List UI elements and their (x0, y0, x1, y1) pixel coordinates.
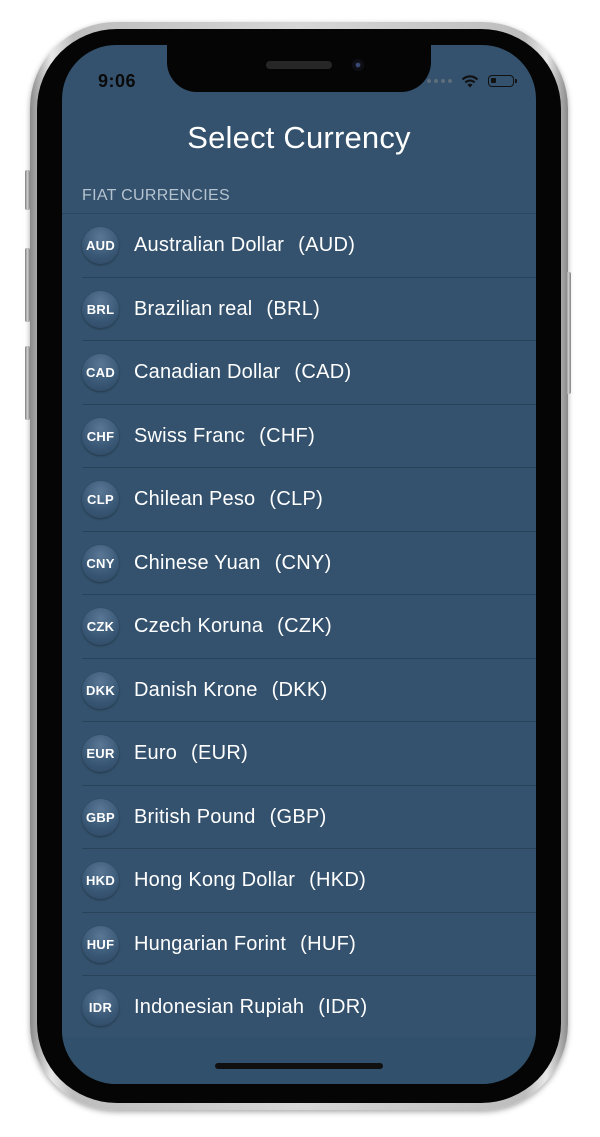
currency-name: Swiss Franc (134, 424, 246, 447)
currency-row-aud[interactable]: AUD Australian Dollar (AUD) (62, 214, 536, 278)
currency-name: Hong Kong Dollar (134, 869, 296, 892)
currency-code: (CHF) (259, 424, 316, 447)
currency-row-brl[interactable]: BRL Brazilian real (BRL) (62, 277, 536, 341)
currency-badge-icon: GBP (82, 798, 119, 836)
currency-name: Czech Koruna (134, 615, 264, 638)
cellular-signal-icon (427, 79, 452, 83)
currency-badge-icon: DKK (82, 671, 119, 709)
currency-name: Chilean Peso (134, 488, 256, 511)
battery-icon (488, 75, 517, 87)
currency-badge-icon: EUR (82, 735, 119, 773)
currency-code: (GBP) (269, 805, 327, 828)
list-footer (62, 1037, 536, 1084)
currency-row-huf[interactable]: HUF Hungarian Forint (HUF) (62, 912, 536, 976)
currency-badge-icon: HUF (82, 925, 119, 963)
screen: 9:06 Select Currency FIAT CURRENCIES AUD… (62, 45, 536, 1084)
currency-code: (HUF) (300, 932, 357, 955)
currency-code: (CAD) (294, 361, 352, 384)
status-indicators (427, 71, 517, 91)
currency-row-hkd[interactable]: HKD Hong Kong Dollar (HKD) (62, 849, 536, 913)
currency-row-eur[interactable]: EUR Euro (EUR) (62, 722, 536, 786)
currency-name: Brazilian real (134, 297, 253, 320)
volume-down-button (25, 346, 30, 420)
currency-badge-icon: CNY (82, 544, 119, 582)
earpiece-speaker (266, 61, 332, 69)
currency-code: (CZK) (277, 615, 332, 638)
section-header: FIAT CURRENCIES (82, 187, 230, 204)
currency-badge-icon: CHF (82, 417, 119, 455)
currency-name: Indonesian Rupiah (134, 996, 305, 1019)
currency-code: (IDR) (318, 996, 368, 1019)
home-indicator[interactable] (215, 1063, 383, 1069)
currency-code: (DKK) (271, 678, 328, 701)
currency-row-cny[interactable]: CNY Chinese Yuan (CNY) (62, 531, 536, 595)
volume-up-button (25, 248, 30, 322)
currency-row-gbp[interactable]: GBP British Pound (GBP) (62, 785, 536, 849)
notch (167, 45, 431, 92)
power-button (566, 272, 571, 394)
currency-badge-icon: AUD (82, 227, 119, 265)
currency-name: Danish Krone (134, 678, 258, 701)
currency-name: British Pound (134, 805, 256, 828)
currency-name: Euro (134, 742, 178, 765)
currency-badge-icon: BRL (82, 290, 119, 328)
page-title: Select Currency (187, 120, 411, 155)
currency-code: (AUD) (298, 234, 356, 257)
mute-switch (25, 170, 30, 210)
currency-row-chf[interactable]: CHF Swiss Franc (CHF) (62, 404, 536, 468)
currency-badge-icon: CLP (82, 481, 119, 519)
currency-row-clp[interactable]: CLP Chilean Peso (CLP) (62, 468, 536, 532)
currency-name: Australian Dollar (134, 234, 285, 257)
currency-code: (EUR) (191, 742, 249, 765)
currency-name: Hungarian Forint (134, 932, 287, 955)
currency-badge-icon: IDR (82, 989, 119, 1027)
currency-row-cad[interactable]: CAD Canadian Dollar (CAD) (62, 341, 536, 405)
currency-name: Chinese Yuan (134, 551, 261, 574)
screenshot-stage: 9:06 Select Currency FIAT CURRENCIES AUD… (0, 0, 600, 1137)
currency-row-dkk[interactable]: DKK Danish Krone (DKK) (62, 658, 536, 722)
currency-badge-icon: CZK (82, 608, 119, 646)
currency-code: (BRL) (266, 297, 321, 320)
currency-code: (CNY) (274, 551, 332, 574)
wifi-icon (461, 75, 479, 88)
currency-code: (HKD) (309, 869, 367, 892)
front-camera (352, 59, 364, 71)
currency-name: Canadian Dollar (134, 361, 281, 384)
battery-level (491, 78, 496, 83)
currency-row-idr[interactable]: IDR Indonesian Rupiah (IDR) (62, 976, 536, 1040)
currency-badge-icon: CAD (82, 354, 119, 392)
currency-code: (CLP) (269, 488, 324, 511)
currency-badge-icon: HKD (82, 862, 119, 900)
status-time: 9:06 (98, 71, 137, 91)
currency-row-czk[interactable]: CZK Czech Koruna (CZK) (62, 595, 536, 659)
currency-list: AUD Australian Dollar (AUD) BRL Brazilian re… (62, 213, 536, 1040)
